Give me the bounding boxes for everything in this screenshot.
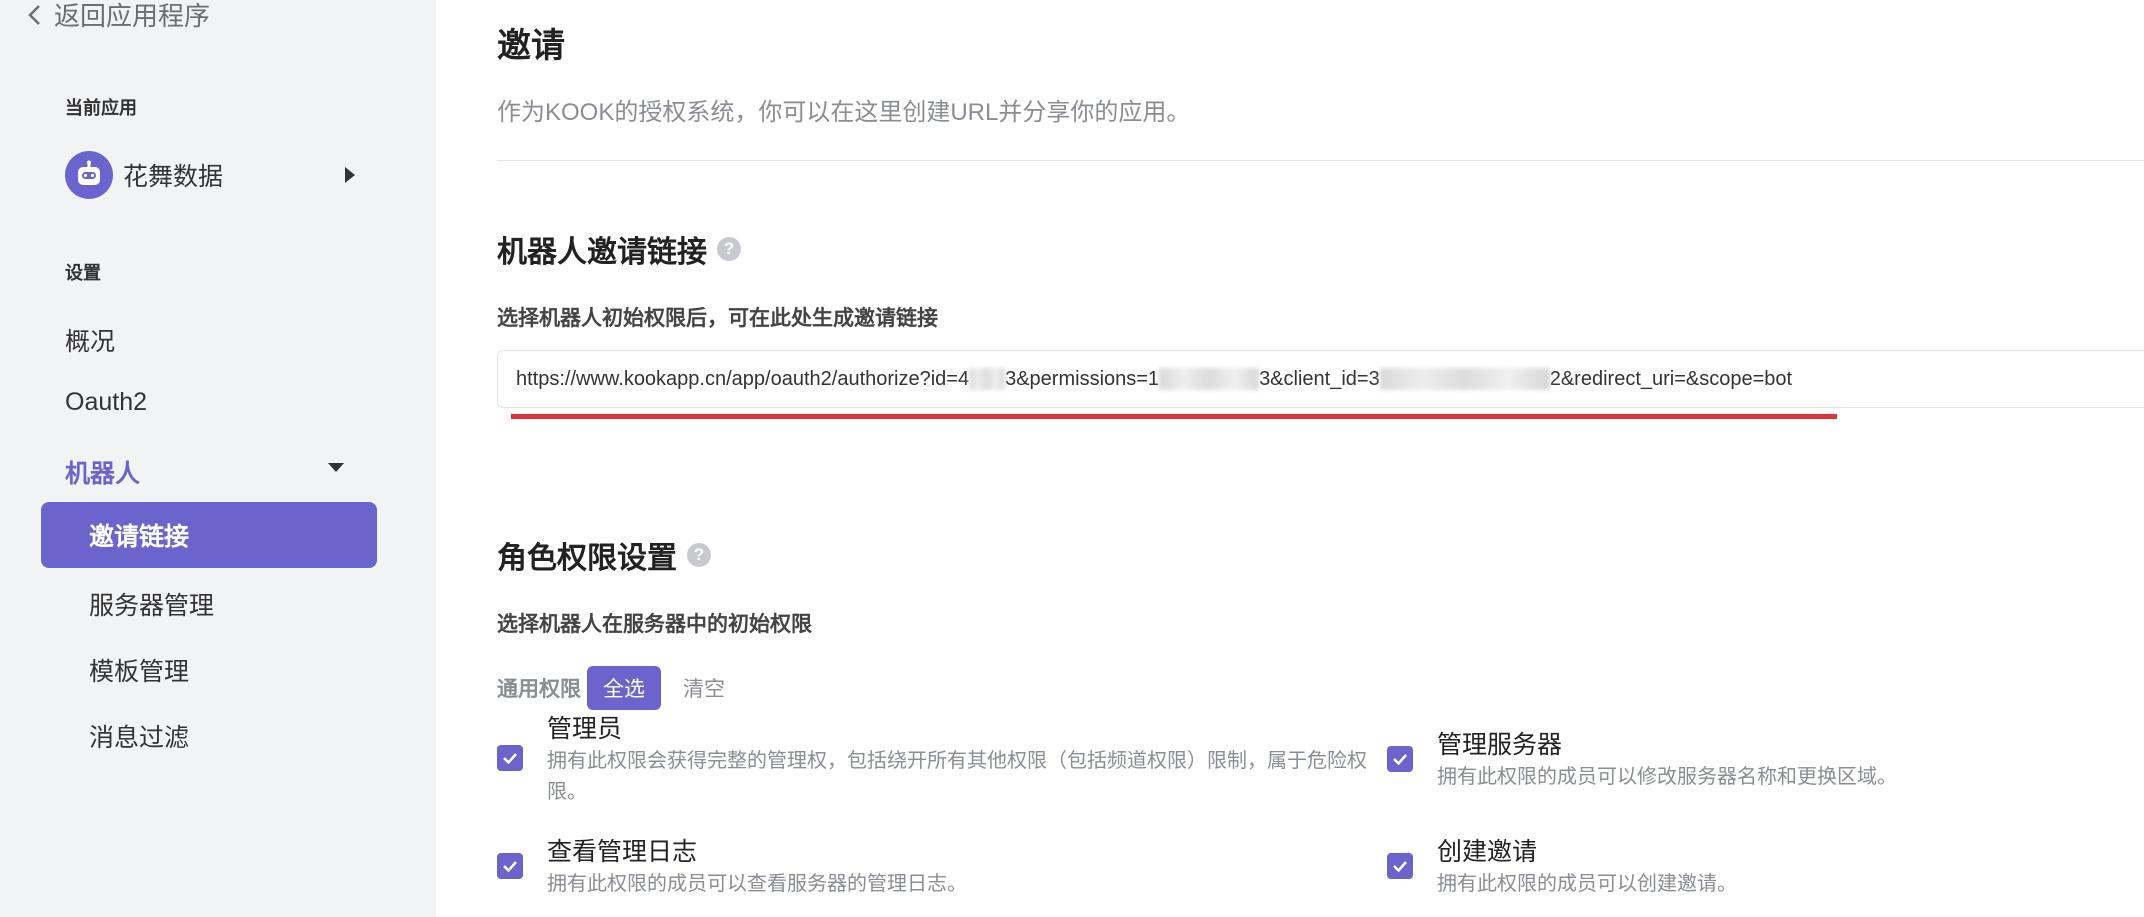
redacted-client-id xyxy=(1379,368,1550,390)
bot-invite-heading-text: 机器人邀请链接 xyxy=(497,236,707,269)
divider xyxy=(497,160,2144,161)
sidebar-subitem-template-management[interactable]: 模板管理 xyxy=(89,652,189,688)
redacted-id xyxy=(969,368,1006,390)
perm-item-create-invite: 创建邀请 拥有此权限的成员可以创建邀请。 xyxy=(1387,835,2137,900)
perm-group-bar: 通用权限 全选 清空 xyxy=(497,666,725,710)
page-title: 邀请 xyxy=(497,27,565,65)
checkbox-manage-server[interactable] xyxy=(1387,746,1413,772)
caret-right-icon xyxy=(345,167,355,183)
sidebar-item-oauth2[interactable]: Oauth2 xyxy=(65,388,147,417)
help-icon[interactable]: ? xyxy=(717,237,741,261)
perm-title: 创建邀请 xyxy=(1437,838,1538,866)
perm-item-administrator: 管理员 拥有此权限会获得完整的管理权，包括绕开所有其他权限（包括频道权限）限制，… xyxy=(497,712,1367,808)
sidebar-subitem-server-management[interactable]: 服务器管理 xyxy=(89,586,214,622)
back-to-apps-link[interactable]: 返回应用程序 xyxy=(26,0,210,33)
checkbox-administrator[interactable] xyxy=(497,745,523,771)
perm-desc: 拥有此权限的成员可以修改服务器名称和更换区域。 xyxy=(1437,766,1897,788)
perm-item-view-audit-log: 查看管理日志 拥有此权限的成员可以查看服务器的管理日志。 xyxy=(497,835,1367,900)
current-app-label: 当前应用 xyxy=(65,98,137,118)
check-icon xyxy=(503,861,517,873)
perm-desc: 拥有此权限的成员可以创建邀请。 xyxy=(1437,873,1737,895)
app-switcher[interactable]: 花舞数据 xyxy=(65,151,365,199)
sidebar-subitem-invite-link[interactable]: 邀请链接 xyxy=(41,502,377,568)
invite-url-field[interactable]: https://www.kookapp.cn/app/oauth2/author… xyxy=(497,350,2144,408)
perm-title: 管理员 xyxy=(547,715,623,743)
settings-label: 设置 xyxy=(65,263,101,283)
help-icon[interactable]: ? xyxy=(687,543,711,567)
checkbox-create-invite[interactable] xyxy=(1387,853,1413,879)
back-label: 返回应用程序 xyxy=(54,1,211,31)
main-content: 邀请 作为KOOK的授权系统，你可以在这里创建URL并分享你的应用。 机器人邀请… xyxy=(497,0,2144,917)
checkbox-view-audit-log[interactable] xyxy=(497,853,523,879)
perm-desc: 拥有此权限的成员可以查看服务器的管理日志。 xyxy=(547,873,967,895)
role-perms-subheading: 选择机器人在服务器中的初始权限 xyxy=(497,613,812,636)
sidebar-item-overview[interactable]: 概况 xyxy=(65,322,115,358)
invite-url-part4: 2&redirect_uri=&scope=bot xyxy=(1549,367,1793,390)
check-icon xyxy=(1393,754,1407,766)
perm-group-label: 通用权限 xyxy=(497,678,581,701)
clear-button[interactable]: 清空 xyxy=(683,673,725,703)
chevron-left-icon xyxy=(28,4,40,25)
invite-url-part1: https://www.kookapp.cn/app/oauth2/author… xyxy=(516,367,970,390)
page-description: 作为KOOK的授权系统，你可以在这里创建URL并分享你的应用。 xyxy=(497,99,1191,126)
invite-url-part2: 3&permissions=1 xyxy=(1005,367,1160,390)
check-icon xyxy=(503,753,517,765)
perm-title: 查看管理日志 xyxy=(547,838,698,866)
invite-url-part3: 3&client_id=3 xyxy=(1259,367,1380,390)
sidebar: 返回应用程序 当前应用 花舞数据 设置 概况 Oauth2 机器人 邀请链接 服… xyxy=(0,0,436,917)
role-perms-heading: 角色权限设置 ? xyxy=(497,533,711,577)
bot-avatar xyxy=(65,151,113,199)
highlight-underline xyxy=(511,414,1837,419)
robot-icon xyxy=(78,160,100,185)
redacted-permissions xyxy=(1159,368,1260,390)
role-perms-heading-text: 角色权限设置 xyxy=(497,542,677,575)
caret-down-icon[interactable] xyxy=(328,463,344,472)
bot-invite-subheading: 选择机器人初始权限后，可在此处生成邀请链接 xyxy=(497,307,938,330)
select-all-button[interactable]: 全选 xyxy=(587,666,661,710)
sidebar-subitem-message-filter[interactable]: 消息过滤 xyxy=(89,718,189,754)
perm-item-manage-server: 管理服务器 拥有此权限的成员可以修改服务器名称和更换区域。 xyxy=(1387,728,2137,793)
check-icon xyxy=(1393,861,1407,873)
perm-title: 管理服务器 xyxy=(1437,731,1563,759)
sidebar-item-bot[interactable]: 机器人 xyxy=(65,454,140,490)
bot-invite-heading: 机器人邀请链接 ? xyxy=(497,227,741,271)
perm-desc: 拥有此权限会获得完整的管理权，包括绕开所有其他权限（包括频道权限）限制，属于危险… xyxy=(547,750,1367,803)
app-name: 花舞数据 xyxy=(123,163,224,191)
